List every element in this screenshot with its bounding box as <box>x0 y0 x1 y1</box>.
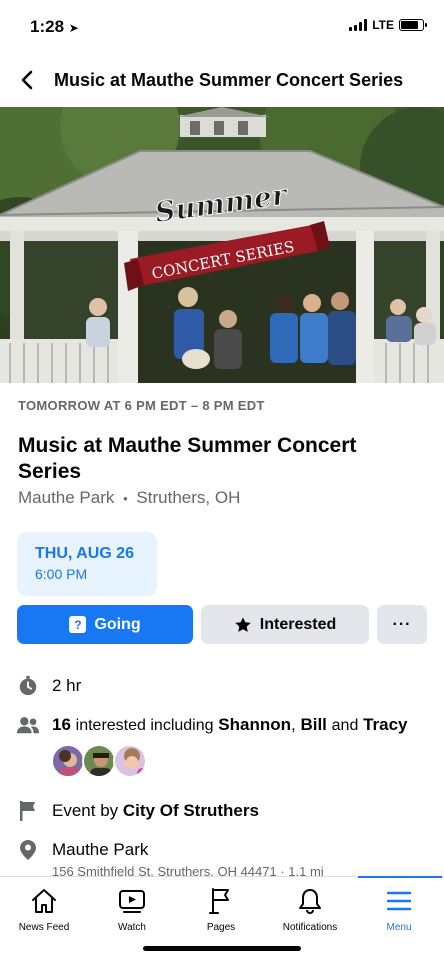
status-time: 1:28 ➤ <box>30 17 79 37</box>
avatar <box>51 744 85 778</box>
event-by-text: Event by City Of Struthers <box>52 801 259 821</box>
interested-button[interactable]: Interested <box>201 605 369 644</box>
friend-name-3: Tracy <box>363 715 408 734</box>
pages-flag-icon <box>209 888 229 914</box>
tab-menu[interactable]: Menu <box>355 877 443 937</box>
people-icon <box>16 717 40 734</box>
tab-label: Notifications <box>282 922 338 933</box>
going-label: Going <box>94 615 141 633</box>
star-icon <box>235 616 251 632</box>
event-by-row[interactable]: Event by City Of Struthers <box>0 797 444 825</box>
home-icon <box>32 889 56 913</box>
status-bar: 1:28 ➤ LTE <box>0 0 444 52</box>
tab-label: Pages <box>206 922 236 933</box>
and-text: and <box>331 717 359 734</box>
tab-notifications[interactable]: Notifications <box>266 877 354 937</box>
tab-label: Menu <box>386 922 412 933</box>
interested-row[interactable]: 16 interested including Shannon, Bill an… <box>0 711 444 739</box>
interested-text: interested including <box>75 717 214 734</box>
names-comma: , <box>290 715 296 734</box>
nav-title: Music at Mauthe Summer Concert Series <box>54 69 404 90</box>
back-button[interactable] <box>0 56 52 104</box>
event-host-name[interactable]: City Of Struthers <box>123 801 259 820</box>
venue-name: Mauthe Park <box>52 840 149 859</box>
stopwatch-icon <box>19 675 37 696</box>
hamburger-menu-icon <box>386 891 412 911</box>
event-date-box: THU, AUG 26 6:00 PM <box>17 532 157 596</box>
tab-news-feed[interactable]: News Feed <box>0 877 88 937</box>
event-time-range: TOMORROW AT 6 PM EDT – 8 PM EDT <box>18 398 265 413</box>
event-date-day: THU, AUG 26 <box>35 545 134 562</box>
battery-icon <box>399 19 427 31</box>
flag-icon <box>20 801 35 821</box>
location-separator: • <box>123 491 128 506</box>
event-location: Mauthe Park • Struthers, OH <box>18 488 240 508</box>
network-type: LTE <box>372 18 394 32</box>
more-options-button[interactable]: ··· <box>377 605 427 644</box>
avatar <box>113 744 147 778</box>
location-place[interactable]: Mauthe Park <box>18 488 114 507</box>
tab-watch[interactable]: Watch <box>88 877 176 937</box>
tab-label: News Feed <box>18 922 70 933</box>
tab-pages[interactable]: Pages <box>177 877 265 937</box>
friend-name-2: Bill <box>300 715 327 734</box>
signal-icon <box>349 19 368 31</box>
location-city[interactable]: Struthers, OH <box>136 488 240 507</box>
avatar <box>82 744 116 778</box>
venue-row[interactable]: Mauthe Park <box>0 837 444 863</box>
map-pin-icon <box>20 840 36 860</box>
friend-name-1: Shannon <box>218 715 291 734</box>
event-cover-photo[interactable]: Summer CONCERT SERIES <box>0 107 444 383</box>
home-indicator[interactable] <box>143 946 301 951</box>
nav-header: Music at Mauthe Summer Concert Series <box>0 56 444 104</box>
duration-row: 2 hr <box>0 672 444 700</box>
clock-time: 1:28 <box>30 17 65 36</box>
interested-summary: 16 interested including Shannon, Bill an… <box>52 715 408 735</box>
bell-icon <box>299 889 321 915</box>
more-options-icon: ··· <box>392 615 412 633</box>
tab-label: Watch <box>118 922 146 933</box>
event-by-prefix: Event by <box>52 801 119 820</box>
event-title: Music at Mauthe Summer Concert Series <box>18 434 357 483</box>
chevron-left-icon <box>21 70 33 90</box>
watch-video-icon <box>119 890 145 913</box>
event-date-time: 6:00 PM <box>35 566 88 582</box>
duration-text: 2 hr <box>52 676 82 695</box>
interested-count: 16 <box>52 715 71 734</box>
interested-label: Interested <box>259 615 337 633</box>
going-button[interactable]: ? Going <box>17 605 193 644</box>
interested-avatars[interactable] <box>51 744 147 778</box>
going-check-icon: ? <box>69 616 87 633</box>
status-indicators: LTE <box>349 18 427 32</box>
location-arrow-icon: ➤ <box>68 21 79 35</box>
